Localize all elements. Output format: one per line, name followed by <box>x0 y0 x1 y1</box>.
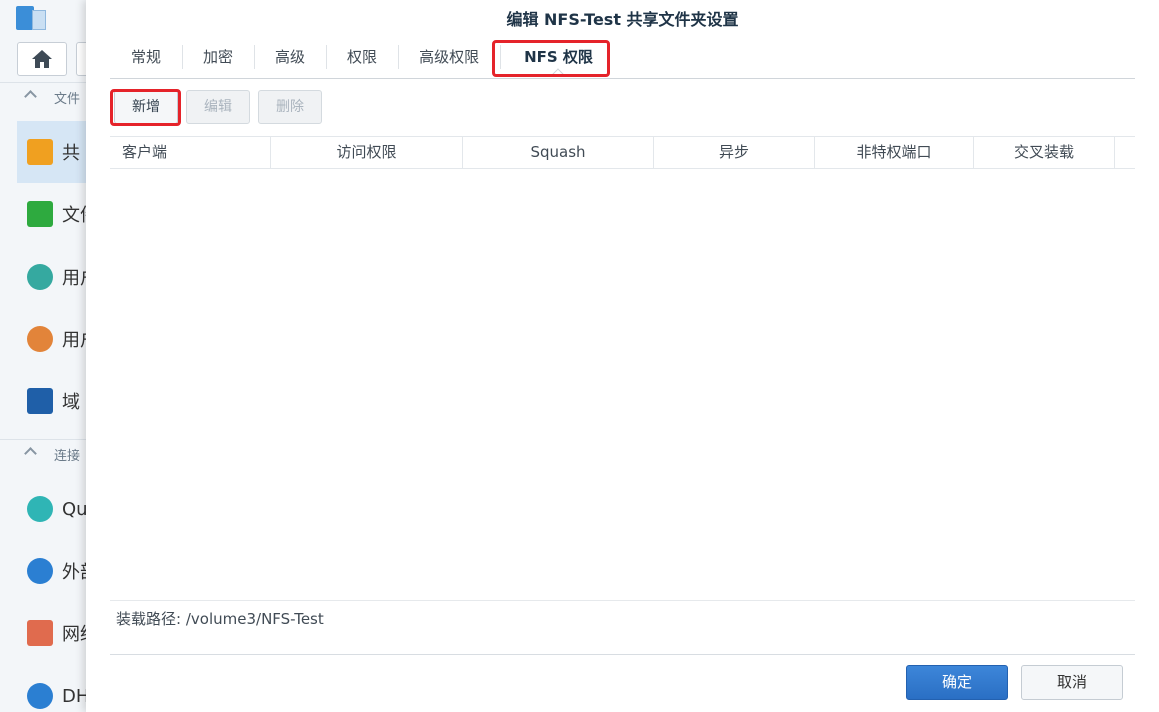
tab-advanced-permissions[interactable]: 高级权限 <box>398 40 500 74</box>
column-header-squash[interactable]: Squash <box>463 137 654 168</box>
sidebar-section-label: 文件 <box>54 92 81 107</box>
dialog-title: 编辑 NFS-Test 共享文件夹设置 <box>506 10 739 29</box>
external-access-icon <box>27 558 53 584</box>
file-services-icon <box>27 201 53 227</box>
edit-button[interactable]: 编辑 <box>186 90 250 124</box>
tab-bar: 常规 加密 高级 权限 高级权限 NFS 权限 <box>110 40 617 80</box>
nfs-rules-table-header: 客户端 访问权限 Squash 异步 非特权端口 交叉装载 <box>110 136 1135 169</box>
column-header-non-privileged-port[interactable]: 非特权端口 <box>815 137 974 168</box>
tab-permissions[interactable]: 权限 <box>326 40 398 74</box>
footer-divider <box>110 654 1135 655</box>
tab-encryption[interactable]: 加密 <box>182 40 254 74</box>
dhcp-icon <box>27 683 53 709</box>
control-panel-logo-icon <box>16 6 46 32</box>
user-icon <box>27 264 53 290</box>
sidebar-section-label: 连接 <box>54 449 81 464</box>
tab-general[interactable]: 常规 <box>110 40 182 74</box>
mount-path-value: /volume3/NFS-Test <box>185 610 324 628</box>
tab-advanced[interactable]: 高级 <box>254 40 326 74</box>
home-button[interactable] <box>17 42 67 76</box>
column-header-cross-mount[interactable]: 交叉装载 <box>974 137 1115 168</box>
group-icon <box>27 326 53 352</box>
shared-folder-icon <box>27 139 53 165</box>
mount-path: 装载路径: /volume3/NFS-Test <box>116 608 324 629</box>
chevron-up-icon <box>24 447 37 460</box>
background-app-sidebar: 文件 共 文件 用户 用户 域 连接 Qu 外部 网络 DH <box>0 0 100 712</box>
sidebar-item-label: Qu <box>62 498 88 520</box>
tab-nfs-permissions-label: NFS 权限 <box>524 48 593 66</box>
sidebar-section-connectivity[interactable]: 连接 <box>0 439 100 469</box>
home-icon <box>32 50 52 68</box>
ok-button[interactable]: 确定 <box>906 665 1008 700</box>
delete-button[interactable]: 删除 <box>258 90 322 124</box>
network-icon <box>27 620 53 646</box>
domain-icon <box>27 388 53 414</box>
column-header-client[interactable]: 客户端 <box>110 137 271 168</box>
sidebar-section-file[interactable]: 文件 <box>0 82 100 112</box>
sidebar-item-label: 域 <box>62 392 80 413</box>
mount-path-label: 装载路径: <box>116 610 182 628</box>
column-header-async[interactable]: 异步 <box>654 137 815 168</box>
nfs-rules-table-body[interactable] <box>110 169 1135 600</box>
mount-path-divider <box>110 600 1135 601</box>
column-header-privilege[interactable]: 访问权限 <box>271 137 463 168</box>
tab-nfs-permissions[interactable]: NFS 权限 <box>500 40 617 80</box>
sidebar-item-label: 共 <box>62 143 80 164</box>
toolbar: 新增 编辑 删除 <box>114 90 322 125</box>
chevron-up-icon <box>24 90 37 103</box>
cancel-button[interactable]: 取消 <box>1021 665 1123 700</box>
edit-shared-folder-dialog: 编辑 NFS-Test 共享文件夹设置 常规 加密 高级 权限 高级权限 NFS… <box>86 0 1159 712</box>
tab-divider <box>110 78 1135 79</box>
quickconnect-icon <box>27 496 53 522</box>
add-button[interactable]: 新增 <box>114 90 178 124</box>
